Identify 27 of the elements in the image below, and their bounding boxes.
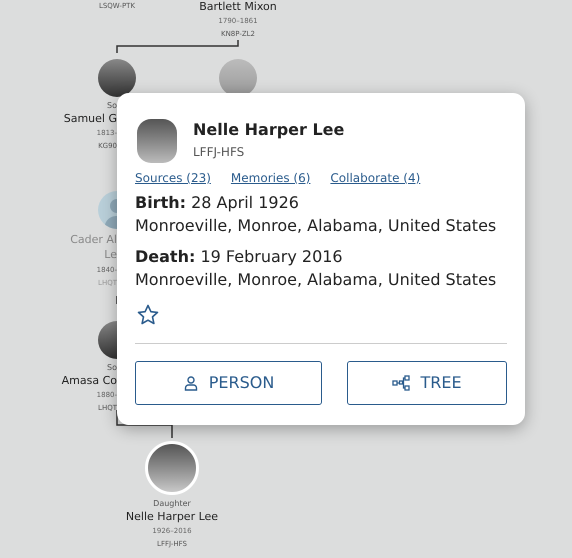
- relation-label: Daughter: [153, 500, 191, 510]
- person-name: Le: [104, 249, 117, 263]
- person-icon: [182, 375, 199, 391]
- connector-line: [116, 410, 173, 438]
- tree-icon: [392, 375, 410, 391]
- event-date: Birth: 28 April 1926: [135, 192, 300, 214]
- event-date: Death: 19 February 2016: [135, 246, 344, 268]
- event-place: Monroeville, Monroe, Alabama, United States: [135, 215, 498, 237]
- person-button[interactable]: PERSON: [135, 361, 322, 405]
- person-name: Nelle Harper Lee: [126, 511, 218, 525]
- relation-label: So: [107, 364, 117, 374]
- link[interactable]: Collaborate (4): [330, 169, 420, 187]
- link[interactable]: Sources (23): [135, 169, 211, 187]
- person-id: LFFJ-HFS: [193, 144, 246, 161]
- person-name: Cader Al: [70, 234, 117, 248]
- relation-label: So: [107, 102, 117, 112]
- photo-placeholder[interactable]: [145, 441, 199, 495]
- person-name: Bartlett Mixon: [199, 1, 277, 15]
- photo-placeholder[interactable]: [98, 59, 136, 97]
- person-name: Nelle Harper Lee: [193, 119, 344, 141]
- link[interactable]: Memories (6): [230, 169, 310, 187]
- photo-placeholder: [137, 119, 177, 163]
- tree-button[interactable]: TREE: [347, 361, 507, 405]
- star-icon[interactable]: [136, 303, 160, 327]
- person-name: Amasa Co: [62, 375, 117, 389]
- person-name: Samuel G: [64, 113, 117, 127]
- event-place: Monroeville, Monroe, Alabama, United States: [135, 269, 498, 291]
